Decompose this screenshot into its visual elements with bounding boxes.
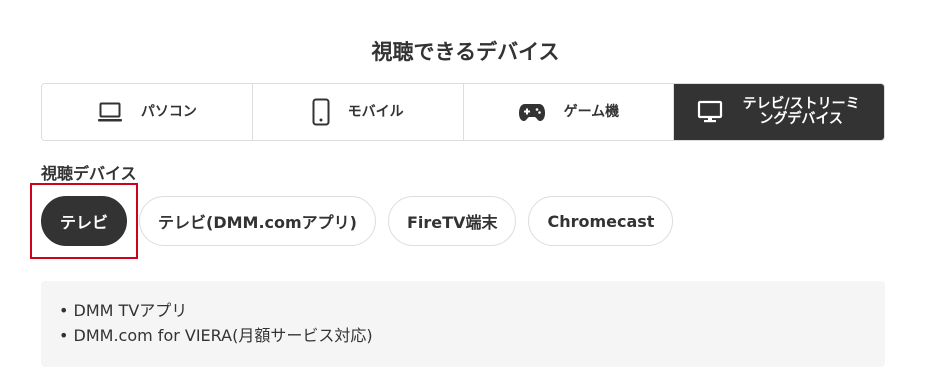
chip-firetv[interactable]: FireTV端末 (387, 196, 517, 246)
device-category-tabs: パソコン モバイル ゲーム機 テレビ/ストリーミングデバイス (41, 83, 885, 141)
supported-apps-list: DMM TVアプリ DMM.com for VIERA(月額サービス対応) (59, 298, 867, 348)
tab-mobile[interactable]: モバイル (252, 84, 464, 140)
tab-tv-streaming-label: テレビ/ストリーミングデバイス (742, 96, 860, 127)
chip-chromecast[interactable]: Chromecast (528, 196, 674, 246)
tv-monitor-icon (697, 100, 723, 124)
list-item: DMM TVアプリ (59, 298, 867, 323)
device-heading: 視聴デバイス (41, 164, 137, 183)
smartphone-icon (312, 98, 330, 126)
tab-pc[interactable]: パソコン (42, 84, 253, 140)
list-item: DMM.com for VIERA(月額サービス対応) (59, 323, 867, 348)
tab-game-console-label: ゲーム機 (563, 103, 620, 120)
laptop-icon (97, 101, 123, 123)
tab-game-console[interactable]: ゲーム機 (463, 84, 675, 140)
page-title: 視聴できるデバイス (371, 40, 560, 64)
page: 視聴できるデバイス パソコン モバイル ゲーム機 テレビ/ストリーミングデバイス… (0, 0, 931, 380)
gamepad-icon (518, 102, 546, 122)
tab-tv-streaming[interactable]: テレビ/ストリーミングデバイス (674, 84, 884, 140)
chip-tv-dmm-app[interactable]: テレビ(DMM.comアプリ) (139, 196, 376, 246)
tab-pc-label: パソコン (140, 103, 197, 120)
chip-tv[interactable]: テレビ (41, 196, 127, 246)
device-chips: テレビ テレビ(DMM.comアプリ) FireTV端末 Chromecast (41, 196, 674, 246)
supported-apps-box: DMM TVアプリ DMM.com for VIERA(月額サービス対応) (41, 281, 885, 367)
tab-mobile-label: モバイル (347, 103, 404, 120)
